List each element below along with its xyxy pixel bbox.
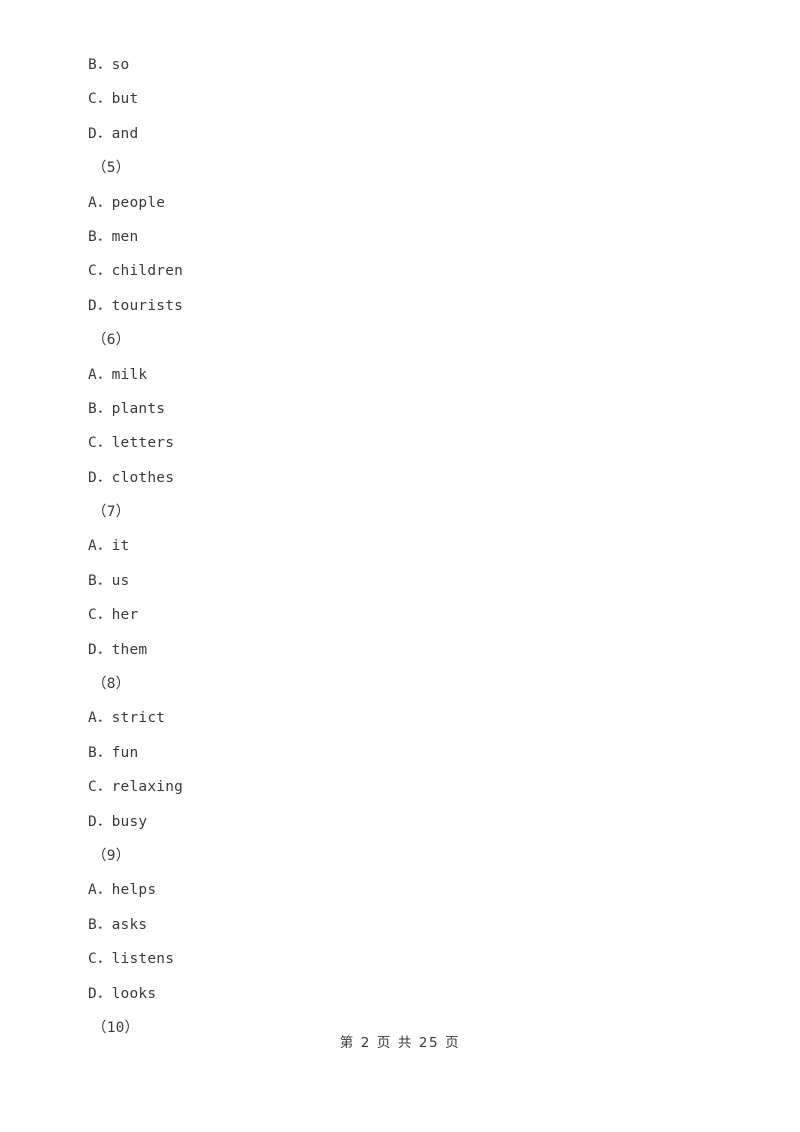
- question-options-list: B．so C．but D．and （5） A．people B．men C．children…: [88, 48, 708, 1045]
- option-line: B．asks: [88, 916, 148, 933]
- option-line: A．strict: [88, 710, 166, 727]
- option-line: B．us: [88, 572, 130, 589]
- page-footer: 第 2 页 共 25 页: [339, 1035, 461, 1051]
- option-line: A．it: [88, 538, 130, 555]
- option-line: A．people: [88, 194, 166, 211]
- option-line: C．relaxing: [88, 779, 184, 796]
- option-line: B．so: [88, 57, 130, 73]
- option-line: D．clothes: [88, 469, 175, 486]
- option-line: A．milk: [88, 366, 148, 383]
- question-number: （8）: [92, 676, 131, 693]
- question-number: （7）: [92, 504, 131, 521]
- option-line: D．looks: [88, 985, 157, 1002]
- question-number: （9）: [92, 847, 131, 864]
- question-number: （6）: [92, 332, 131, 349]
- option-line: C．her: [88, 607, 139, 624]
- option-line: B．plants: [88, 400, 166, 417]
- option-line: D．busy: [88, 813, 148, 830]
- option-line: D．tourists: [88, 297, 184, 314]
- option-line: C．but: [88, 91, 139, 108]
- document-page: B．so C．but D．and （5） A．people B．men C．children…: [0, 0, 800, 1132]
- option-line: D．them: [88, 641, 148, 658]
- option-line: D．and: [88, 125, 139, 142]
- question-number: （5）: [92, 160, 131, 177]
- option-line: C．children: [88, 263, 184, 280]
- option-line: A．helps: [88, 882, 157, 899]
- option-line: B．fun: [88, 744, 139, 761]
- option-line: B．men: [88, 228, 139, 245]
- option-line: C．letters: [88, 435, 175, 452]
- option-line: C．listens: [88, 951, 175, 968]
